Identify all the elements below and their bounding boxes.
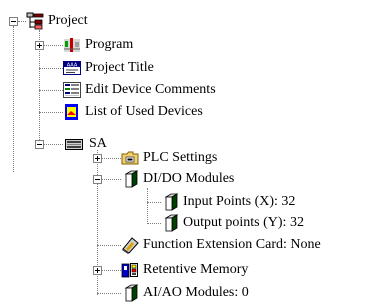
tree-node-output-points[interactable]: Output points (Y): 32 (161, 214, 304, 232)
expand-program-toggle[interactable] (35, 41, 44, 50)
tree-line (147, 223, 161, 224)
tree-line (13, 26, 14, 172)
sa-label: SA (89, 136, 107, 151)
project-tree-icon (26, 12, 44, 30)
tree-line (44, 45, 63, 46)
tree-line (44, 144, 63, 145)
io-module-icon (124, 284, 139, 302)
tree-node-list-of-used-devices[interactable]: List of Used Devices (63, 103, 203, 121)
svg-text:AAA: AAA (67, 63, 78, 69)
list-of-used-devices-label: List of Used Devices (85, 104, 203, 119)
device-list-icon (65, 104, 78, 120)
tree-node-project-title[interactable]: AAA Project Title (63, 59, 154, 77)
tree-node-sa[interactable]: SA (63, 135, 107, 153)
tree-node-dido-modules[interactable]: DI/DO Modules (121, 170, 234, 188)
plc-unit-icon (65, 139, 83, 150)
function-extension-card-label: Function Extension Card: None (143, 237, 321, 252)
tree-node-function-extension-card[interactable]: Function Extension Card: None (121, 236, 321, 254)
program-icon (64, 38, 80, 52)
io-module-icon (124, 170, 139, 188)
tree-line (97, 245, 121, 246)
dido-modules-label: DI/DO Modules (143, 171, 235, 186)
tree-line (97, 293, 121, 294)
tree-line (147, 188, 148, 224)
tree-node-input-points[interactable]: Input Points (X): 32 (161, 193, 295, 211)
aiao-modules-label: AI/AO Modules: 0 (143, 285, 249, 300)
tree-line (102, 270, 121, 271)
tree-line (147, 202, 161, 203)
io-module-icon (164, 214, 179, 232)
expand-retentive-memory-toggle[interactable] (93, 266, 102, 275)
plc-settings-label: PLC Settings (143, 150, 218, 165)
project-label: Project (48, 13, 88, 28)
tree-node-retentive-memory[interactable]: Retentive Memory (121, 261, 248, 279)
tree-node-program[interactable]: Program (63, 36, 133, 54)
retentive-memory-icon (121, 263, 138, 278)
io-module-icon (164, 193, 179, 211)
tree-line (102, 179, 121, 180)
input-points-label: Input Points (X): 32 (183, 194, 296, 209)
retentive-memory-label: Retentive Memory (143, 262, 249, 277)
tree-line (39, 68, 63, 69)
expand-plc-settings-toggle[interactable] (93, 154, 102, 163)
collapse-sa-toggle[interactable] (35, 140, 44, 149)
tree-node-project[interactable]: Project (26, 12, 88, 30)
tree-line (18, 21, 26, 22)
tree-node-plc-settings[interactable]: PLC Settings (121, 149, 217, 167)
project-title-icon: AAA (63, 61, 81, 75)
folder-settings-icon (121, 151, 139, 165)
tree-node-edit-device-comments[interactable]: Edit Device Comments (63, 81, 216, 99)
tree-line (102, 158, 121, 159)
collapse-dido-modules-toggle[interactable] (93, 175, 102, 184)
tree-node-aiao-modules[interactable]: AI/AO Modules: 0 (121, 284, 249, 302)
extension-card-icon (122, 237, 139, 254)
collapse-project-toggle[interactable] (9, 17, 18, 26)
tree-line (39, 90, 63, 91)
output-points-label: Output points (Y): 32 (183, 215, 304, 230)
project-title-label: Project Title (85, 60, 154, 75)
tree-line (39, 112, 63, 113)
project-tree: Project Program AAA Project Title Edit D… (0, 0, 367, 302)
device-comments-icon (63, 82, 81, 98)
edit-device-comments-label: Edit Device Comments (85, 82, 216, 97)
program-label: Program (85, 37, 134, 52)
